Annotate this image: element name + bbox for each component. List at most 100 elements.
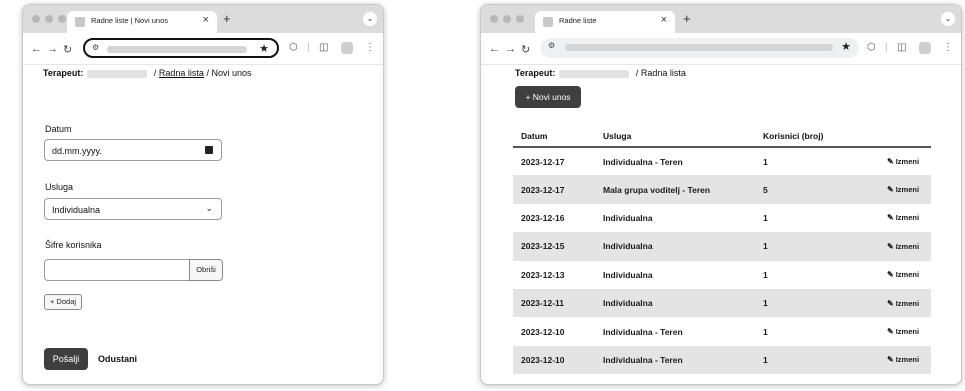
pencil-icon: ✎ [887,298,894,308]
star-icon[interactable]: ★ [841,40,851,53]
row-date: 2023-12-15 [513,232,595,261]
table-header-row: Datum Usluga Korisnici (broj) [513,125,931,148]
close-icon[interactable]: × [203,14,209,26]
minimize-window-dot[interactable] [503,15,511,23]
extensions-icon[interactable]: ⬡ [289,42,298,53]
date-value: dd.mm.yyyy. [52,146,102,156]
maximize-window-dot[interactable] [58,15,66,23]
table-row: 2023-12-15 Individualna 1 ✎ Izmeni [513,232,931,261]
edit-label: Izmeni [895,157,920,167]
codes-input[interactable] [44,259,190,281]
edit-link[interactable]: ✎ Izmeni [867,185,919,194]
service-select[interactable]: Individualna ⌄ [44,198,222,220]
row-service: Individualna - Teren [603,326,683,337]
breadcrumb-separator: / [153,68,157,78]
profile-avatar[interactable] [341,42,353,54]
row-date: 2023-12-17 [513,175,595,204]
edit-cell: ✎ Izmeni [859,345,931,375]
row-count: 5 [755,175,859,204]
address-bar[interactable]: ⚙ ★ [541,38,859,58]
edit-link[interactable]: ✎ Izmeni [867,213,919,222]
therapist-label: Terapeut: [515,68,556,78]
pencil-icon: ✎ [887,185,894,195]
edit-link[interactable]: ✎ Izmeni [867,270,919,279]
page-content: Terapeut: / Radna lista + Novi unos Datu… [481,65,961,384]
edit-cell: ✎ Izmeni [859,232,931,261]
row-count: 1 [755,345,859,375]
edit-cell: ✎ Izmeni [859,204,931,232]
breadcrumb-link-radna-lista[interactable]: Radna lista [159,68,204,78]
new-entry-button[interactable]: + Novi unos [515,86,581,108]
pencil-icon: ✎ [887,355,894,365]
forward-arrow-icon[interactable]: → [47,43,58,55]
service-label: Usluga [45,182,74,192]
extensions-icon[interactable]: ⬡ [867,42,876,53]
back-arrow-icon[interactable]: ← [489,43,500,55]
sidepanel-icon[interactable]: ◫ [319,42,328,53]
chevron-down-icon: ⌄ [205,203,213,213]
tab-bar: Radne liste | Novi unos × + ⌄ [23,5,383,33]
close-window-dot[interactable] [490,15,498,23]
forward-arrow-icon[interactable]: → [505,43,516,55]
edit-link[interactable]: ✎ Izmeni [867,327,919,336]
reload-icon[interactable]: ↻ [63,43,72,56]
table-row: 2023-12-10 Individualna - Teren 1 ✎ Izmeni [513,345,931,375]
row-date: 2023-12-17 [521,156,565,167]
minimize-window-dot[interactable] [45,15,53,23]
window-controls[interactable] [32,15,66,23]
edit-cell: ✎ Izmeni [859,261,931,289]
edit-label: Izmeni [895,298,920,308]
row-service: Individualna - Teren [603,156,683,167]
row-service: Individualna - Teren [595,345,755,375]
close-icon[interactable]: × [661,14,667,26]
cancel-link[interactable]: Odustani [98,354,137,364]
browser-window-list: Radne liste × + ⌄ ← → ↻ ⚙ ★ ⬡ | ◫ ⋮ Tera… [480,4,962,385]
site-info-icon[interactable]: ⚙ [92,43,99,52]
address-bar[interactable]: ⚙ ★ [83,38,279,58]
column-header-date: Datum [513,125,595,148]
service-value: Individualna [52,205,101,215]
edit-link[interactable]: ✎ Izmeni [867,242,919,251]
therapist-label: Terapeut: [43,68,84,78]
edit-cell: ✎ Izmeni [859,147,931,175]
remove-button[interactable]: Obriši [189,259,223,281]
edit-link[interactable]: ✎ Izmeni [867,355,919,364]
window-controls[interactable] [490,15,524,23]
pencil-icon: ✎ [887,241,894,251]
calendar-icon[interactable] [205,146,213,154]
breadcrumb-current: Radna lista [640,68,686,78]
close-window-dot[interactable] [32,15,40,23]
plus-icon[interactable]: + [223,11,231,26]
browser-tab[interactable]: Radne liste × [535,11,675,33]
row-count: 1 [763,269,768,280]
site-info-icon[interactable]: ⚙ [548,41,555,50]
sidepanel-icon[interactable]: ◫ [897,42,906,53]
menu-icon[interactable]: ⋮ [943,42,953,53]
back-arrow-icon[interactable]: ← [31,43,42,55]
row-service: Individualna [603,269,653,280]
tab-bar: Radne liste × + ⌄ [481,5,961,33]
edit-link[interactable]: ✎ Izmeni [867,299,919,308]
reload-icon[interactable]: ↻ [521,43,530,56]
redacted-name [87,69,148,78]
menu-icon[interactable]: ⋮ [365,42,375,53]
plus-icon[interactable]: + [683,11,691,26]
address-toolbar: ← → ↻ ⚙ ★ ⬡ | ◫ ⋮ [23,33,383,65]
chevron-down-icon[interactable]: ⌄ [941,12,955,26]
profile-avatar[interactable] [919,42,931,54]
edit-label: Izmeni [895,270,920,280]
maximize-window-dot[interactable] [516,15,524,23]
browser-tab[interactable]: Radne liste | Novi unos × [67,11,217,33]
edit-cell: ✎ Izmeni [859,317,931,345]
submit-button[interactable]: Pošalji [44,348,88,370]
star-icon[interactable]: ★ [259,42,269,55]
address-toolbar: ← → ↻ ⚙ ★ ⬡ | ◫ ⋮ [481,33,961,65]
breadcrumb: Terapeut: / Radna lista / Novi unos [43,68,252,78]
edit-link[interactable]: ✎ Izmeni [867,157,919,166]
date-label: Datum [45,124,72,134]
pencil-icon: ✎ [887,270,894,280]
add-button[interactable]: + Dodaj [44,294,82,310]
date-input[interactable]: dd.mm.yyyy. [44,139,222,161]
row-date: 2023-12-10 [513,345,595,375]
chevron-down-icon[interactable]: ⌄ [363,12,377,26]
